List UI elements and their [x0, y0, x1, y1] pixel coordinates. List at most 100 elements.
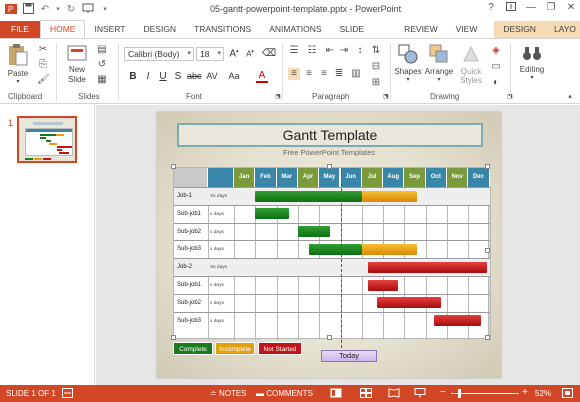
- italic-icon[interactable]: I: [142, 71, 154, 82]
- close-icon[interactable]: ✕: [564, 2, 578, 14]
- line-spacing-icon[interactable]: ↕: [354, 45, 366, 57]
- slide[interactable]: Gantt Template Free PowerPoint Templates…: [157, 112, 501, 378]
- gantt-bar-not-started[interactable]: [368, 279, 398, 291]
- selection-handle[interactable]: [485, 248, 490, 253]
- tab-design[interactable]: DESIGN: [134, 21, 185, 38]
- tab-file[interactable]: FILE: [0, 21, 40, 38]
- slide-thumbnail[interactable]: [17, 116, 77, 163]
- month-header-jun[interactable]: Jun: [340, 168, 362, 187]
- tab-slide-show[interactable]: SLIDE SHOW: [331, 21, 396, 51]
- tab-home[interactable]: HOME: [39, 20, 86, 38]
- shadow-icon[interactable]: S: [172, 71, 184, 82]
- spellcheck-icon[interactable]: [62, 388, 73, 400]
- align-center-icon[interactable]: ≡: [303, 68, 315, 80]
- legend-not-started[interactable]: Not Started: [258, 342, 302, 355]
- gantt-bar-complete[interactable]: [255, 208, 290, 220]
- change-case-icon[interactable]: Aa: [228, 71, 240, 81]
- help-icon[interactable]: ?: [484, 2, 498, 14]
- gantt-bar-not-started[interactable]: [434, 315, 482, 327]
- gantt-bar-incomplete[interactable]: [361, 243, 418, 255]
- paste-button[interactable]: Paste ▾: [5, 43, 31, 85]
- text-direction-icon[interactable]: ⇅: [370, 45, 382, 57]
- zoom-slider[interactable]: [451, 393, 519, 394]
- shapes-button[interactable]: Shapes ▾: [393, 43, 423, 83]
- slide-editing-canvas[interactable]: Gantt Template Free PowerPoint Templates…: [96, 105, 580, 385]
- new-slide-button[interactable]: New Slide: [62, 43, 92, 85]
- zoom-level[interactable]: 52%: [535, 389, 551, 398]
- gantt-table[interactable]: Jan Feb Mar Apr May Jun Jul Aug Sep Oct Nov Dec Job-…: [173, 167, 491, 358]
- shape-fill-icon[interactable]: ◈: [490, 45, 502, 57]
- tab-table-design[interactable]: DESIGN: [494, 21, 545, 38]
- gantt-bar-complete[interactable]: [255, 190, 362, 202]
- minimize-icon[interactable]: —: [524, 2, 538, 14]
- underline-icon[interactable]: U: [157, 71, 169, 82]
- fit-to-window-icon[interactable]: [562, 388, 573, 400]
- start-slideshow-icon[interactable]: [81, 3, 95, 17]
- justify-icon[interactable]: ≣: [333, 68, 345, 80]
- tab-transitions[interactable]: TRANSITIONS: [185, 21, 260, 38]
- clear-formatting-icon[interactable]: ⌫: [262, 48, 276, 59]
- tab-insert[interactable]: INSERT: [85, 21, 134, 38]
- tab-view[interactable]: VIEW: [447, 21, 487, 38]
- selection-handle[interactable]: [327, 164, 332, 169]
- month-header-mar[interactable]: Mar: [276, 168, 298, 187]
- save-icon[interactable]: [21, 3, 35, 17]
- reset-icon[interactable]: ↺: [96, 59, 108, 71]
- month-header-nov[interactable]: Nov: [447, 168, 469, 187]
- slide-subtitle[interactable]: Free PowerPoint Templates: [157, 148, 501, 157]
- gantt-bar-complete[interactable]: [308, 243, 362, 255]
- tab-animations[interactable]: ANIMATIONS: [260, 21, 330, 38]
- format-painter-icon[interactable]: 🖌: [37, 74, 50, 86]
- table-row[interactable]: Sub-job1 x days: [174, 276, 490, 294]
- columns-icon[interactable]: ▥: [350, 68, 362, 80]
- font-color-icon[interactable]: A: [256, 70, 268, 83]
- month-header-sep[interactable]: Sep: [404, 168, 426, 187]
- selection-handle[interactable]: [327, 335, 332, 340]
- collapse-ribbon-icon[interactable]: ▴: [564, 91, 576, 103]
- restore-icon[interactable]: ❐: [544, 2, 558, 14]
- zoom-in-button[interactable]: +: [522, 387, 528, 398]
- zoom-out-button[interactable]: −: [440, 387, 446, 398]
- align-text-icon[interactable]: ⊟: [370, 61, 382, 73]
- slide-title[interactable]: Gantt Template: [177, 123, 483, 147]
- selection-handle[interactable]: [485, 335, 490, 340]
- month-header-may[interactable]: May: [319, 168, 341, 187]
- gantt-bar-complete[interactable]: [297, 226, 330, 238]
- month-header-apr[interactable]: Apr: [297, 168, 320, 187]
- table-row[interactable]: Sub-job2 x days: [174, 293, 490, 312]
- bold-icon[interactable]: B: [127, 71, 139, 82]
- month-header-oct[interactable]: Oct: [425, 168, 447, 187]
- month-header-dec[interactable]: Dec: [468, 168, 490, 187]
- month-header-jul[interactable]: Jul: [361, 168, 384, 187]
- comments-button[interactable]: ▬ COMMENTS: [256, 389, 313, 398]
- gantt-bar-not-started[interactable]: [368, 261, 488, 273]
- decrease-indent-icon[interactable]: ⇤: [324, 45, 336, 57]
- redo-icon[interactable]: ↻: [64, 3, 78, 17]
- legend-complete[interactable]: Complete: [173, 342, 213, 355]
- bullets-icon[interactable]: ☰: [288, 45, 300, 57]
- slide-sorter-icon[interactable]: [360, 388, 372, 400]
- editing-button[interactable]: Editing ▾: [515, 43, 549, 81]
- undo-icon[interactable]: ↶: [38, 3, 52, 17]
- month-header-aug[interactable]: Aug: [383, 168, 405, 187]
- section-icon[interactable]: ▦: [96, 74, 108, 86]
- font-name-select[interactable]: Calibri (Body) ▾: [124, 47, 194, 61]
- selection-handle[interactable]: [171, 164, 176, 169]
- undo-dropdown-icon[interactable]: ▾: [55, 3, 61, 17]
- table-row[interactable]: Sub-job1 x days: [174, 204, 490, 223]
- selection-handle[interactable]: [485, 164, 490, 169]
- grow-font-icon[interactable]: A▴: [228, 48, 240, 59]
- align-right-icon[interactable]: ≡: [318, 68, 330, 80]
- smartart-icon[interactable]: ⊞: [370, 77, 382, 89]
- notes-button[interactable]: ≐ NOTES: [210, 389, 247, 398]
- tab-review[interactable]: REVIEW: [395, 21, 447, 38]
- customize-qat-icon[interactable]: ▾: [98, 3, 112, 17]
- slide-show-icon[interactable]: [414, 388, 426, 400]
- tab-layout[interactable]: LAYO: [544, 21, 580, 38]
- normal-view-icon[interactable]: [330, 388, 342, 400]
- shape-effects-icon[interactable]: ◐: [490, 77, 502, 89]
- zoom-slider-thumb[interactable]: [458, 389, 461, 398]
- today-marker-label[interactable]: Today: [321, 350, 377, 362]
- month-header-jan[interactable]: Jan: [234, 168, 256, 187]
- align-left-icon[interactable]: ≡: [288, 68, 300, 80]
